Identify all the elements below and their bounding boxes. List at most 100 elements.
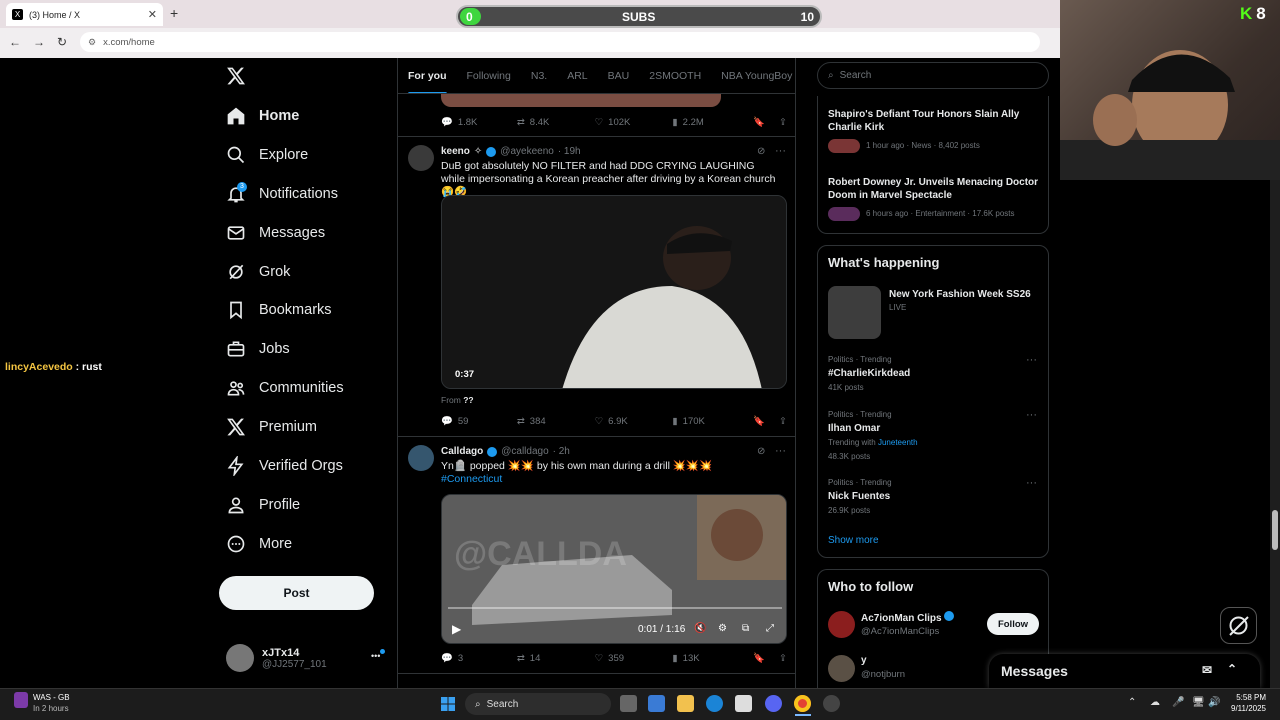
views-button[interactable]: ▮ 2.2M: [672, 117, 753, 128]
tray-app-icon[interactable]: ☁: [1150, 697, 1160, 708]
clock-date[interactable]: 9/11/2025: [1226, 704, 1266, 713]
trend-more-icon[interactable]: ···: [1026, 354, 1037, 366]
views-button[interactable]: ▮ 170K: [672, 416, 753, 427]
like-button[interactable]: ♡ 6.9K: [595, 416, 673, 427]
address-bar[interactable]: ⚙ x.com/home: [80, 32, 1040, 52]
network-icon[interactable]: 🖥: [1192, 697, 1205, 708]
new-tab-button[interactable]: +: [170, 5, 178, 21]
search-box[interactable]: ⌕ Search: [817, 62, 1049, 89]
nav-home[interactable]: Home: [226, 101, 299, 131]
x-logo-icon[interactable]: [226, 66, 246, 86]
expand-icon[interactable]: ⌃: [1227, 662, 1237, 676]
follow-button[interactable]: Follow: [987, 613, 1039, 635]
grok-icon[interactable]: ⊘: [757, 146, 765, 157]
windows-start-icon[interactable]: [441, 697, 455, 711]
weather-title[interactable]: WAS - GB: [33, 693, 70, 702]
account-switcher[interactable]: xJTx14 @JJ2577_101: [226, 644, 327, 672]
site-info-icon[interactable]: ⚙: [88, 37, 96, 48]
play-icon[interactable]: ▶: [452, 622, 461, 636]
share-icon[interactable]: ⇪: [779, 117, 787, 128]
nav-verified-orgs[interactable]: Verified Orgs: [226, 451, 343, 481]
previous-tweet-media[interactable]: [441, 94, 721, 107]
avatar[interactable]: [828, 611, 855, 638]
repost-button[interactable]: ⇄ 14: [517, 653, 595, 664]
views-button[interactable]: ▮ 13K: [672, 653, 753, 664]
nav-profile[interactable]: Profile: [226, 490, 300, 520]
author-name[interactable]: Calldago: [441, 446, 483, 457]
browser-tab[interactable]: X (3) Home / X ✕: [6, 3, 163, 26]
account-more-icon[interactable]: •••: [371, 651, 380, 661]
trend-name[interactable]: #CharlieKirkdead: [828, 367, 910, 380]
nav-bookmarks[interactable]: Bookmarks: [226, 295, 332, 325]
more-options-icon[interactable]: ···: [775, 145, 786, 157]
page-scrollbar[interactable]: [1270, 180, 1280, 688]
tweet-video[interactable]: 0:37: [441, 195, 787, 389]
fullscreen-icon[interactable]: ⤢: [766, 623, 774, 634]
grok-fab[interactable]: [1220, 607, 1257, 644]
trend-with-tag[interactable]: Juneteenth: [878, 438, 918, 447]
reload-button[interactable]: ↻: [57, 35, 67, 49]
like-button[interactable]: ♡ 102K: [595, 117, 673, 128]
author-handle[interactable]: @ayekeeno: [500, 146, 554, 157]
trend-name[interactable]: Nick Fuentes: [828, 490, 890, 503]
clock-time[interactable]: 5:58 PM: [1236, 693, 1266, 702]
grok-icon[interactable]: ⊘: [757, 446, 765, 457]
share-icon[interactable]: ⇪: [779, 653, 787, 664]
bookmark-icon[interactable]: 🔖: [753, 416, 765, 427]
back-button[interactable]: ←: [9, 35, 21, 49]
show-more-link[interactable]: Show more: [828, 535, 879, 546]
edge-icon[interactable]: [706, 695, 723, 712]
nav-explore[interactable]: Explore: [226, 140, 308, 170]
nav-more[interactable]: More: [226, 529, 292, 559]
taskbar-search[interactable]: ⌕ Search: [465, 693, 611, 715]
tab-bau[interactable]: BAU: [608, 70, 630, 82]
author-handle[interactable]: @calldago: [501, 446, 548, 457]
obs-icon[interactable]: [823, 695, 840, 712]
avatar[interactable]: [408, 145, 434, 171]
file-explorer-icon[interactable]: [677, 695, 694, 712]
tab-nba-youngboy[interactable]: NBA YoungBoy: [721, 70, 792, 82]
follow-name[interactable]: y: [861, 654, 867, 667]
tab-n3[interactable]: N3.: [531, 70, 547, 82]
nav-messages[interactable]: Messages: [226, 218, 325, 248]
trend-more-icon[interactable]: ···: [1026, 477, 1037, 489]
tab-arl[interactable]: ARL: [567, 70, 587, 82]
avatar[interactable]: [828, 655, 855, 682]
hashtag-link[interactable]: #Connecticut: [441, 473, 502, 486]
task-view-icon[interactable]: [620, 695, 637, 712]
settings-icon[interactable]: ⚙: [718, 623, 727, 634]
from-value[interactable]: ??: [463, 395, 473, 405]
tab-following[interactable]: Following: [467, 70, 511, 82]
store-icon[interactable]: [735, 695, 752, 712]
post-button[interactable]: Post: [219, 576, 374, 610]
event-thumbnail[interactable]: [828, 286, 881, 339]
share-icon[interactable]: ⇪: [779, 416, 787, 427]
news-title[interactable]: Robert Downey Jr. Unveils Menacing Docto…: [828, 176, 1043, 202]
discord-icon[interactable]: [765, 695, 782, 712]
tab-2smooth[interactable]: 2SMOOTH: [649, 70, 701, 82]
microphone-icon[interactable]: 🎤: [1172, 697, 1184, 708]
event-title[interactable]: New York Fashion Week SS26: [889, 288, 1031, 301]
reply-button[interactable]: 💬 1.8K: [441, 117, 517, 128]
avatar[interactable]: [408, 445, 434, 471]
like-button[interactable]: ♡ 359: [595, 653, 673, 664]
nav-jobs[interactable]: Jobs: [226, 334, 290, 364]
tweet-video[interactable]: @CALLDA ▶ 0:01 / 1:16 🔇 ⚙ ⧉ ⤢: [441, 494, 787, 644]
trend-name[interactable]: Ilhan Omar: [828, 422, 880, 435]
reply-button[interactable]: 💬 59: [441, 416, 517, 427]
reply-button[interactable]: 💬 3: [441, 653, 517, 664]
tweet-time[interactable]: · 19h: [558, 146, 581, 157]
nav-grok[interactable]: Grok: [226, 257, 290, 287]
scrollbar-thumb[interactable]: [1272, 510, 1278, 550]
chrome-icon[interactable]: [794, 695, 811, 712]
more-options-icon[interactable]: ···: [775, 445, 786, 457]
trend-more-icon[interactable]: ···: [1026, 409, 1037, 421]
tray-overflow-icon[interactable]: ⌃: [1128, 697, 1136, 708]
repost-button[interactable]: ⇄ 384: [517, 416, 595, 427]
bookmark-icon[interactable]: 🔖: [753, 653, 765, 664]
close-tab-icon[interactable]: ✕: [148, 8, 157, 21]
video-progress-track[interactable]: [448, 607, 782, 609]
copilot-icon[interactable]: [648, 695, 665, 712]
volume-icon[interactable]: 🔊: [1208, 697, 1220, 708]
tab-for-you[interactable]: For you: [408, 70, 447, 93]
